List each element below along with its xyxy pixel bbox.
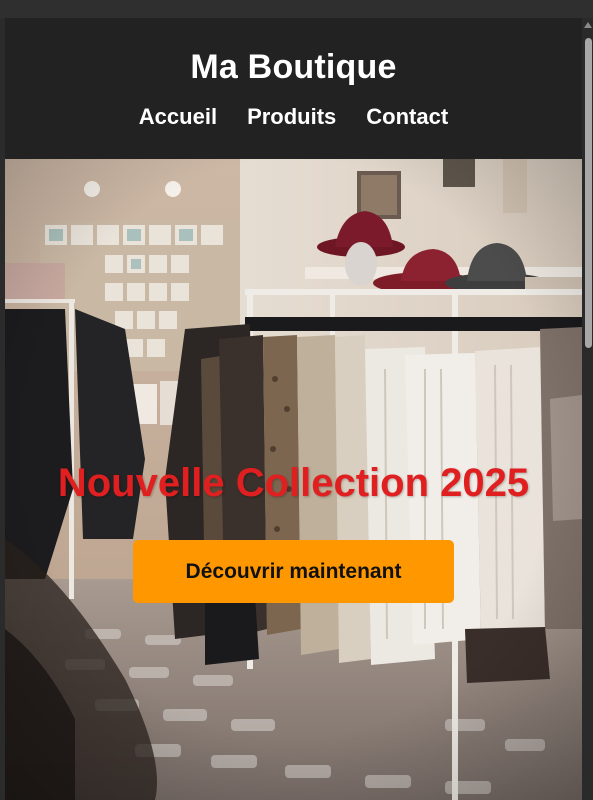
window-top-strip [0, 0, 593, 18]
main-nav: Accueil Produits Contact [5, 104, 582, 130]
scroll-up-arrow-icon[interactable] [584, 22, 592, 28]
nav-link-contact[interactable]: Contact [366, 104, 448, 130]
nav-link-accueil[interactable]: Accueil [139, 104, 217, 130]
site-header: Ma Boutique Accueil Produits Contact [5, 18, 582, 159]
page-viewport: Ma Boutique Accueil Produits Contact Nou… [5, 18, 582, 800]
scrollbar-thumb[interactable] [585, 38, 592, 348]
browser-window: Ma Boutique Accueil Produits Contact Nou… [0, 0, 593, 800]
discover-now-button[interactable]: Découvrir maintenant [133, 540, 454, 603]
nav-link-produits[interactable]: Produits [247, 104, 336, 130]
hero-banner: Nouvelle Collection 2025 Découvrir maint… [5, 159, 582, 800]
vertical-scrollbar[interactable] [582, 18, 593, 800]
site-title: Ma Boutique [190, 48, 397, 86]
hero-headline: Nouvelle Collection 2025 [57, 461, 530, 505]
